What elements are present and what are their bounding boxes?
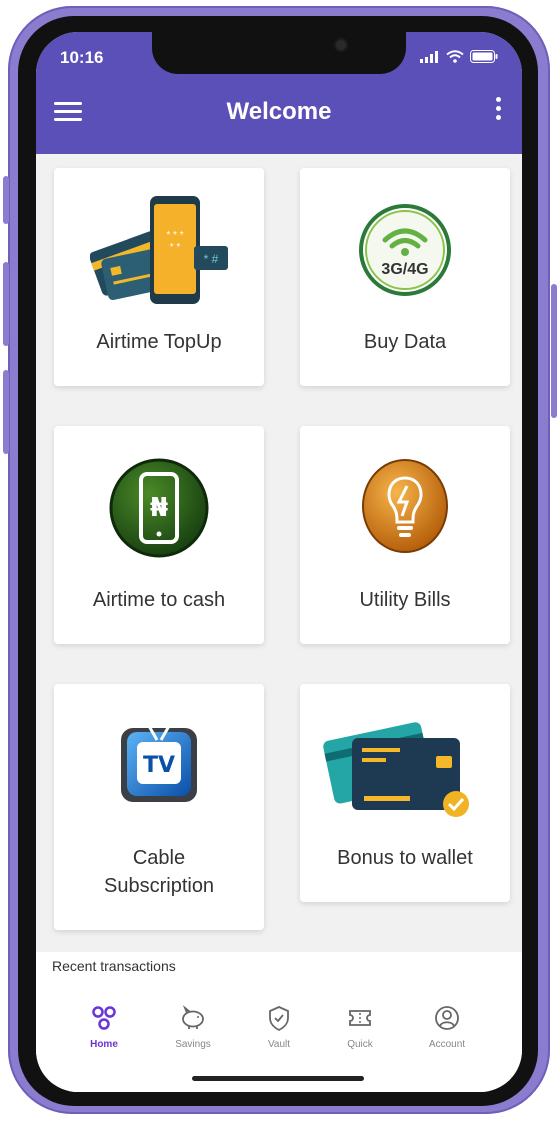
nav-label: Quick bbox=[347, 1039, 373, 1050]
tile-airtime-topup[interactable]: * * * * * * # Airtime TopUp bbox=[54, 168, 264, 386]
nav-label: Vault bbox=[267, 1039, 291, 1050]
nav-label: Account bbox=[428, 1039, 466, 1050]
nav-savings[interactable]: Savings bbox=[153, 1004, 233, 1050]
shield-check-icon bbox=[269, 1006, 289, 1032]
naira-symbol: ₦ bbox=[150, 493, 168, 523]
tile-utility-bills[interactable]: Utility Bills bbox=[300, 426, 510, 644]
tile-cable-subscription[interactable]: TV Cable Subscription bbox=[54, 684, 264, 930]
wifi-icon bbox=[446, 50, 464, 63]
more-vert-icon[interactable] bbox=[492, 94, 504, 128]
nav-label: Home bbox=[90, 1039, 118, 1050]
side-button-power bbox=[551, 284, 557, 418]
side-button-volume-up bbox=[3, 262, 9, 346]
tile-label: Airtime TopUp bbox=[96, 331, 222, 353]
services-grid: * * * * * * # Airtime TopUp 3G/4G Buy Da… bbox=[36, 154, 522, 962]
page-title: Welcome bbox=[226, 98, 332, 125]
data-3g4g-icon: 3G/4G bbox=[359, 204, 451, 296]
status-icons bbox=[420, 50, 498, 63]
svg-text:* * *: * * * bbox=[166, 230, 183, 241]
nav-account[interactable]: Account bbox=[407, 1004, 487, 1050]
recent-transactions: Recent transactions bbox=[36, 952, 522, 992]
tile-bonus-to-wallet[interactable]: Bonus to wallet bbox=[300, 684, 510, 902]
tile-label: Utility Bills bbox=[359, 589, 451, 611]
nav-home[interactable]: Home bbox=[64, 1004, 144, 1050]
tv-badge-text: TV bbox=[143, 753, 175, 778]
home-bubbles-icon bbox=[92, 1006, 116, 1030]
tile-label: Buy Data bbox=[363, 331, 447, 353]
piggy-bank-icon bbox=[182, 1005, 204, 1029]
nav-quick[interactable]: Quick bbox=[320, 1004, 400, 1050]
battery-icon bbox=[470, 50, 498, 63]
recent-transactions-label: Recent transactions bbox=[52, 958, 176, 974]
tv-icon: TV bbox=[121, 725, 197, 802]
home-indicator bbox=[192, 1076, 364, 1081]
ticket-icon bbox=[349, 1010, 371, 1026]
tile-label: Airtime to cash bbox=[92, 589, 226, 611]
notch bbox=[152, 32, 406, 74]
tile-airtime-to-cash[interactable]: ₦ Airtime to cash bbox=[54, 426, 264, 644]
side-button-mute bbox=[3, 176, 9, 224]
account-icon bbox=[435, 1006, 459, 1030]
naira-phone-icon: ₦ bbox=[109, 458, 209, 558]
nav-label: Savings bbox=[175, 1039, 211, 1050]
airtime-topup-icon: * * * * * * # bbox=[90, 196, 228, 304]
svg-text:* *: * * bbox=[170, 242, 181, 253]
status-time: 10:16 bbox=[60, 48, 104, 67]
data-badge-text: 3G/4G bbox=[381, 261, 428, 278]
camera-icon bbox=[336, 40, 346, 50]
tile-label: Bonus to wallet bbox=[337, 847, 473, 869]
app-bar: Welcome bbox=[36, 76, 522, 154]
side-button-volume-down bbox=[3, 370, 9, 454]
signal-icon bbox=[420, 50, 438, 63]
cards-icon bbox=[323, 722, 469, 817]
phone-screen: 10:16 Welcome * * * * * * # Airtime TopU… bbox=[36, 32, 522, 1092]
lightbulb-icon bbox=[362, 459, 448, 553]
tile-label: Cable Subscription bbox=[104, 847, 215, 897]
tile-buy-data[interactable]: 3G/4G Buy Data bbox=[300, 168, 510, 386]
svg-text:* #: * # bbox=[204, 252, 219, 266]
nav-vault[interactable]: Vault bbox=[239, 1004, 319, 1050]
